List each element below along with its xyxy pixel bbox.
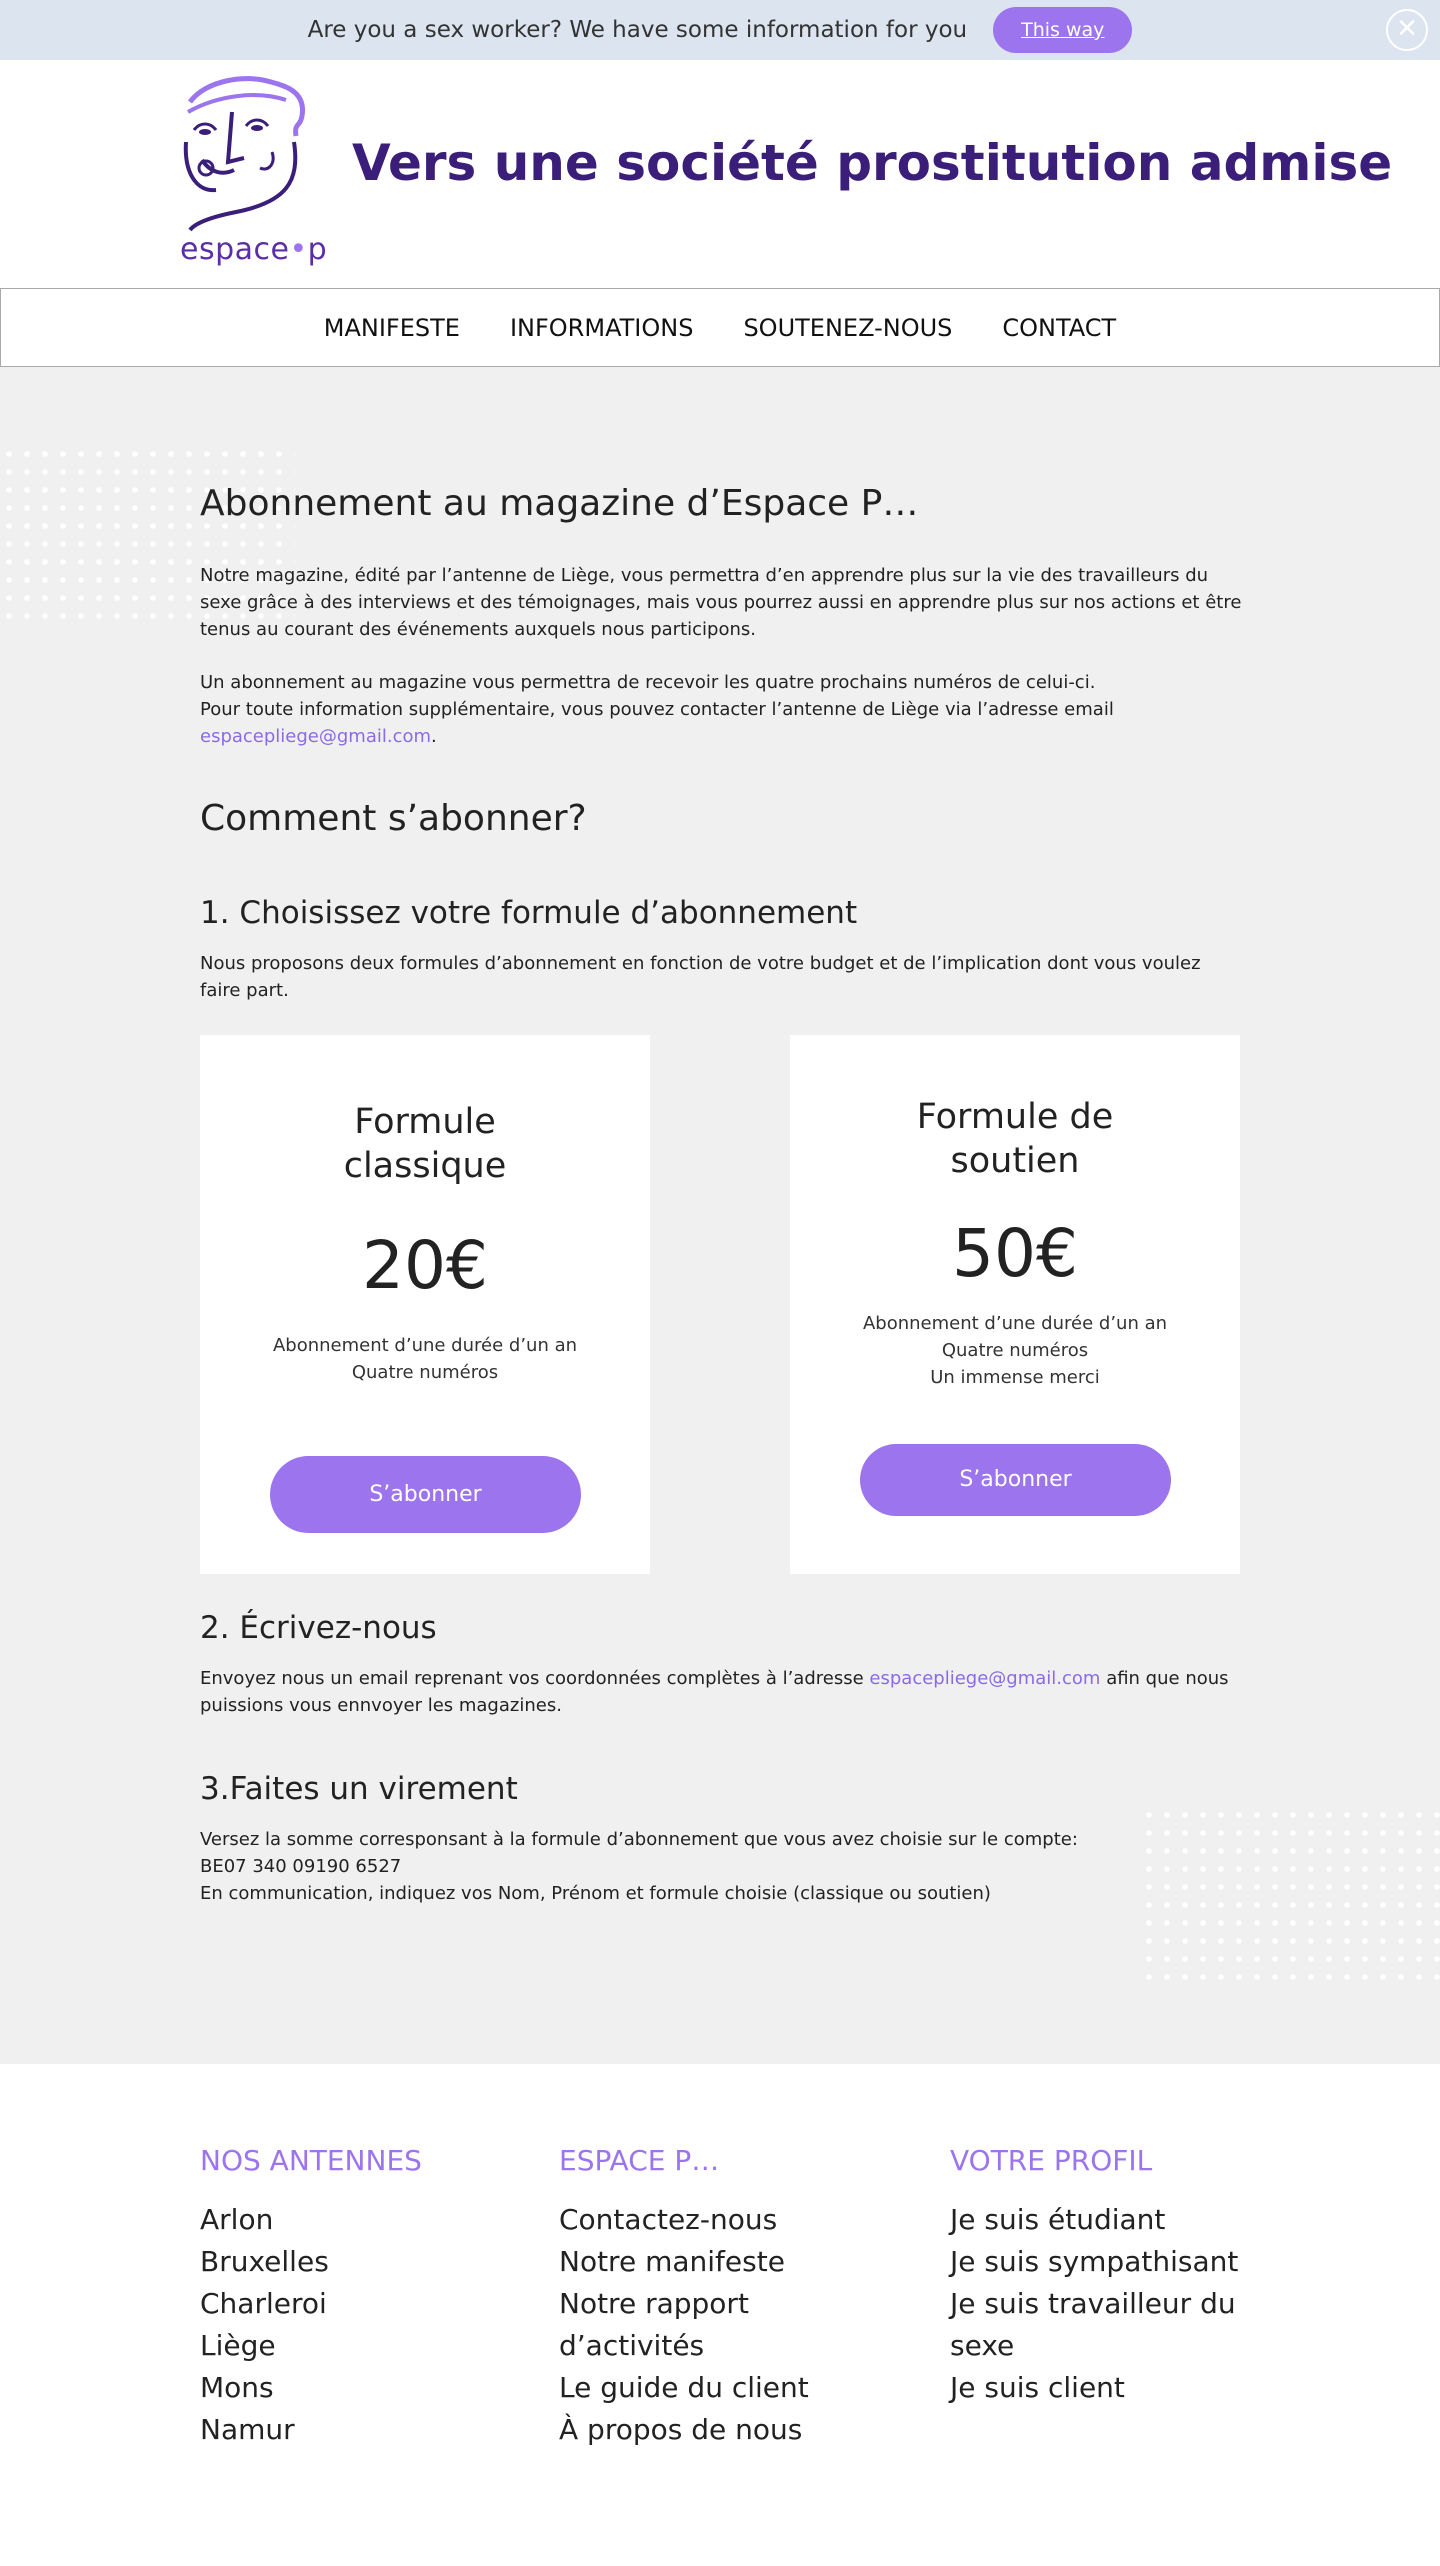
nav-item-soutenez-nous[interactable]: SOUTENEZ-NOUS [743,314,952,342]
card-desc-line-2: Quatre numéros [351,1362,499,1383]
footer-link-etudiant[interactable]: Je suis étudiant [950,2199,1238,2241]
footer-link-rapport[interactable]: Notre rapport [559,2283,809,2325]
footer-link-rapport-cont[interactable]: d’activités [559,2325,809,2367]
footer-column-antennes: NOS ANTENNES Arlon Bruxelles Charleroi L… [200,2144,422,2451]
logo-dot-icon: • [289,232,308,267]
footer-link-arlon[interactable]: Arlon [200,2199,422,2241]
footer-link-travailleur[interactable]: Je suis travailleur du [950,2283,1238,2325]
footer-link-bruxelles[interactable]: Bruxelles [200,2241,422,2283]
info-paragraph: Un abonnement au magazine vous permettra… [200,669,1245,750]
card-price: 20€ [362,1227,488,1304]
footer-column-profil: VOTRE PROFIL Je suis étudiant Je suis sy… [950,2144,1238,2409]
step-2-text-a: Envoyez nous un email reprenant vos coor… [200,1668,864,1689]
info-line-1: Un abonnement au magazine vous permettra… [200,672,1096,693]
step-3-line-1: Versez la somme corresponsant à la formu… [200,1829,1078,1850]
logo-suffix: p [307,232,328,267]
footer-link-travailleur-cont[interactable]: sexe [950,2325,1238,2367]
footer-link-mons[interactable]: Mons [200,2367,422,2409]
site-title: Vers une société prostitution admise [352,134,1393,192]
footer-link-client[interactable]: Je suis client [950,2367,1238,2409]
footer-heading: VOTRE PROFIL [950,2144,1153,2177]
site-footer: NOS ANTENNES Arlon Bruxelles Charleroi L… [0,2064,1440,2566]
info-line-2: Pour toute information supplémentaire, v… [200,699,1114,720]
step-2-email-link[interactable]: espacepliege@gmail.com [869,1668,1100,1689]
card-price: 50€ [952,1215,1078,1292]
intro-paragraph: Notre magazine, édité par l’antenne de L… [200,565,1242,640]
card-title: Formule de soutien [790,1095,1240,1183]
card-desc-line-1: Abonnement d’une durée d’un an [862,1313,1168,1334]
card-desc-line-1: Abonnement d’une durée d’un an [272,1335,578,1356]
step-1-text: Nous proposons deux formules d’abonnemen… [200,953,1201,1001]
site-header: espace•p Vers une société prostitution a… [0,60,1440,288]
step-2-heading: 2. Écrivez-nous [200,1610,437,1646]
footer-link-manifeste[interactable]: Notre manifeste [559,2241,809,2283]
subscribe-classique-button[interactable]: S’abonner [270,1456,581,1533]
step-3-text: Versez la somme corresponsant à la formu… [200,1826,1245,1907]
footer-link-sympathisant[interactable]: Je suis sympathisant [950,2241,1238,2283]
formula-card-soutien: Formule de soutien 50€ Abonnement d’une … [790,1035,1240,1574]
top-banner: Are you a sex worker? We have some infor… [0,0,1440,60]
main-nav: MANIFESTE INFORMATIONS SOUTENEZ-NOUS CON… [0,288,1440,367]
footer-link-a-propos[interactable]: À propos de nous [559,2409,809,2451]
email-link[interactable]: espacepliege@gmail.com [200,726,431,747]
footer-link-contact[interactable]: Contactez-nous [559,2199,809,2241]
logo-wordmark: espace•p [180,232,327,267]
card-description: Abonnement d’une durée d’un an Quatre nu… [200,1332,650,1386]
logo-word: espace [180,232,290,267]
period: . [431,726,437,747]
subscribe-soutien-button[interactable]: S’abonner [860,1444,1171,1516]
step-3-line-3: En communication, indiquez vos Nom, Prén… [200,1883,991,1904]
step-2-text: Envoyez nous un email reprenant vos coor… [200,1665,1245,1719]
formula-card-classique: Formule classique 20€ Abonnement d’une d… [200,1035,650,1574]
footer-heading: ESPACE P… [559,2144,720,2177]
footer-heading: NOS ANTENNES [200,2144,422,2177]
footer-link-namur[interactable]: Namur [200,2409,422,2451]
espace-p-logo[interactable]: espace•p [176,72,327,272]
logo-face-icon [183,76,305,232]
footer-link-charleroi[interactable]: Charleroi [200,2283,422,2325]
how-to-subscribe-heading: Comment s’abonner? [200,798,587,839]
this-way-button[interactable]: This way [993,7,1133,53]
banner-text: Are you a sex worker? We have some infor… [307,17,968,43]
bank-account-number: BE07 340 09190 6527 [200,1856,402,1877]
footer-link-liege[interactable]: Liège [200,2325,422,2367]
card-title-line-2: soutien [950,1141,1080,1181]
nav-item-manifeste[interactable]: MANIFESTE [324,314,460,342]
card-title-line-2: classique [343,1146,507,1186]
card-title: Formule classique [200,1100,650,1188]
card-title-line-1: Formule de [916,1097,1114,1137]
close-icon[interactable]: ✕ [1386,9,1428,51]
footer-link-guide-client[interactable]: Le guide du client [559,2367,809,2409]
footer-column-espace-p: ESPACE P… Contactez-nous Notre manifeste… [559,2144,809,2451]
card-desc-line-2: Quatre numéros [941,1340,1089,1361]
step-3-heading: 3.Faites un virement [200,1771,518,1807]
page-title: Abonnement au magazine d’Espace P… [200,483,919,524]
card-desc-line-3: Un immense merci [930,1367,1100,1388]
card-description: Abonnement d’une durée d’un an Quatre nu… [790,1310,1240,1391]
card-title-line-1: Formule [354,1102,496,1142]
step-1-heading: 1. Choisissez votre formule d’abonnement [200,895,858,931]
nav-item-informations[interactable]: INFORMATIONS [510,314,693,342]
nav-item-contact[interactable]: CONTACT [1002,314,1116,342]
